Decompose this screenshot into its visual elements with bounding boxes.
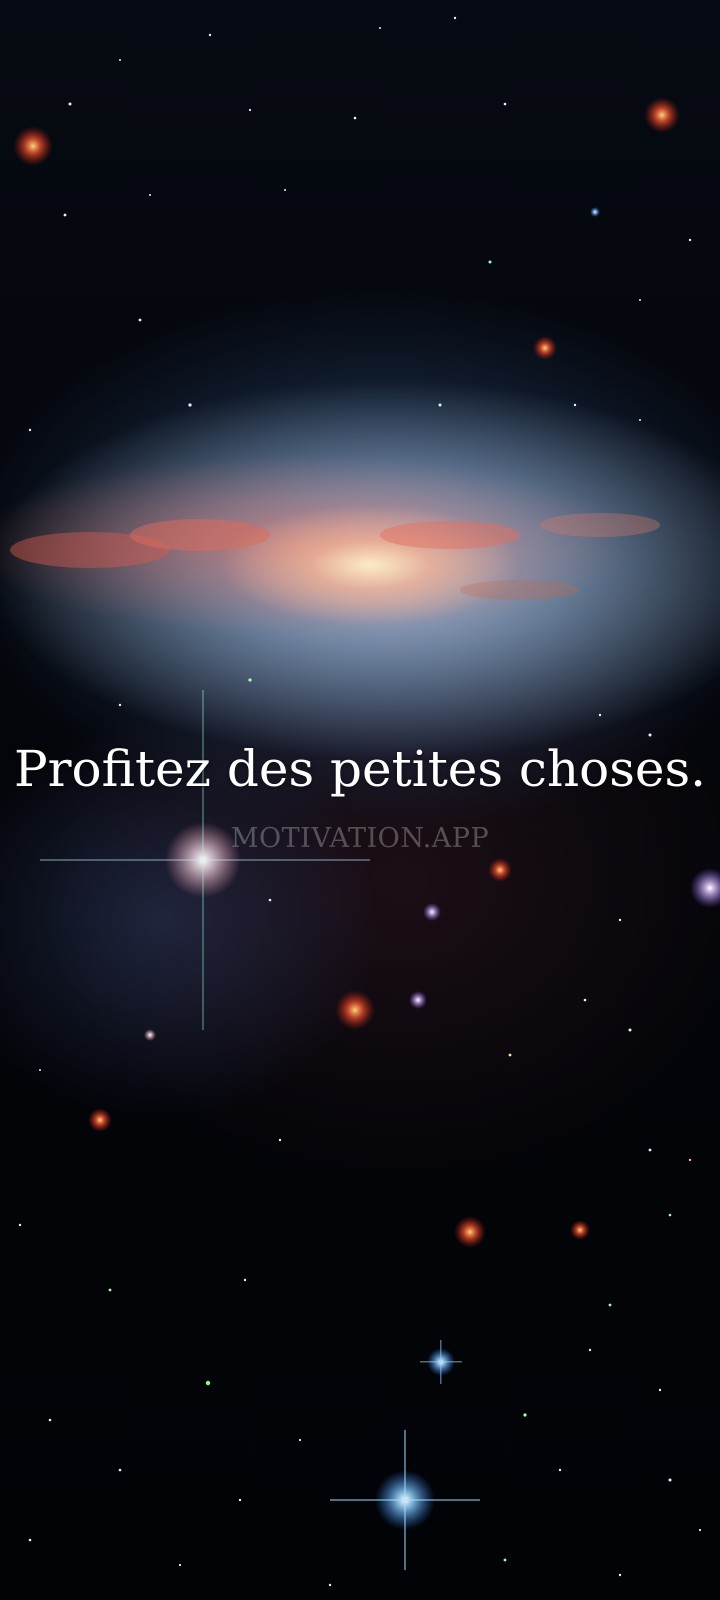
bright-star-bottom — [330, 1430, 480, 1570]
app-watermark: MOTIVATION.APP — [230, 823, 490, 854]
galaxy-dust-lane — [10, 513, 660, 600]
red-stars — [13, 97, 680, 1248]
wallpaper-screen: Profitez des petites choses. MOTIVATION.… — [0, 0, 720, 1600]
tiny-stars — [18, 16, 702, 1587]
galaxy-starfield-background — [10, 16, 720, 1587]
violet-star-right — [690, 868, 720, 908]
blue-star — [420, 1340, 462, 1384]
motivational-quote: Profitez des petites choses. — [13, 740, 707, 798]
small-bright-stars — [144, 207, 600, 1041]
